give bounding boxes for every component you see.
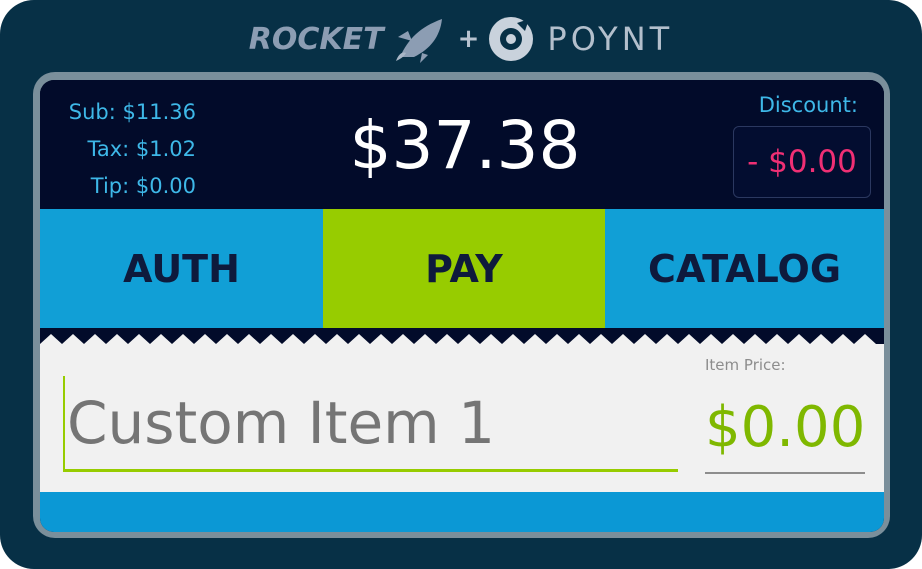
- grand-total: $37.38: [349, 107, 581, 184]
- auth-button[interactable]: AUTH: [40, 209, 323, 328]
- text-cursor: [63, 376, 65, 470]
- brand-header: ROCKET + POYNT: [0, 8, 922, 70]
- device-frame: ROCKET + POYNT Sub: $11.36 Tax: $1.02 Ti…: [0, 0, 922, 569]
- poynt-wordmark: POYNT: [547, 20, 674, 58]
- subtotal-text: Sub: $11.36: [68, 100, 196, 124]
- pos-screen: Sub: $11.36 Tax: $1.02 Tip: $0.00 $37.38…: [40, 80, 884, 532]
- custom-item-panel: Item Price:: [40, 344, 884, 492]
- bottom-bar: [40, 492, 884, 532]
- item-price-label: Item Price:: [705, 356, 786, 374]
- tip-text: Tip: $0.00: [90, 174, 196, 198]
- catalog-button[interactable]: CATALOG: [605, 209, 884, 328]
- pay-button[interactable]: PAY: [323, 209, 605, 328]
- rocket-icon: [395, 19, 442, 63]
- item-name-input[interactable]: [63, 376, 678, 472]
- discount-label: Discount:: [758, 93, 858, 117]
- rocket-wordmark: ROCKET: [248, 21, 384, 57]
- poynt-logo-icon: [489, 17, 534, 61]
- discount-field[interactable]: - $0.00: [733, 126, 871, 198]
- subtotals: Sub: $11.36 Tax: $1.02 Tip: $0.00: [69, 94, 196, 205]
- totals-panel: Sub: $11.36 Tax: $1.02 Tip: $0.00 $37.38…: [40, 80, 884, 210]
- item-price-input[interactable]: [705, 382, 865, 474]
- plus-sign: +: [457, 24, 480, 54]
- action-bar: AUTH PAY CATALOG: [40, 209, 884, 328]
- tax-text: Tax: $1.02: [87, 137, 196, 161]
